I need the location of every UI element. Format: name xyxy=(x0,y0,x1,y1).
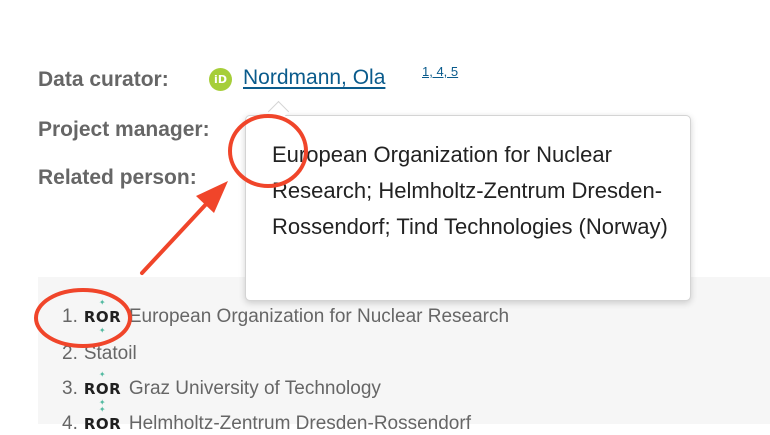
ror-icon[interactable]: ✦ ROR xyxy=(83,406,122,435)
affiliation-item-1: 1. ✦ ROR ✦ European Organization for Nuc… xyxy=(62,299,510,335)
project-manager-label: Project manager: xyxy=(38,118,210,141)
affiliation-refs[interactable]: 1, 4, 5 xyxy=(422,64,458,79)
data-curator-label: Data curator: xyxy=(38,68,169,91)
affiliation-number: 4. xyxy=(62,413,78,434)
related-person-label: Related person: xyxy=(38,166,197,189)
annotation-arrow-line xyxy=(140,199,211,275)
ror-text: ROR xyxy=(83,308,122,326)
affiliation-number: 2. xyxy=(62,343,78,364)
affiliation-tooltip: European Organization for Nuclear Resear… xyxy=(245,115,691,301)
ror-mark-top: ✦ xyxy=(98,370,107,379)
ror-text: ROR xyxy=(83,415,122,433)
orcid-icon[interactable]: iD xyxy=(209,68,232,91)
affiliation-number: 3. xyxy=(62,378,78,399)
ror-mark-bottom: ✦ xyxy=(98,326,107,335)
person-name-link[interactable]: Nordmann, Ola xyxy=(243,66,385,90)
affiliation-item-3: 3. ✦ ROR ✦ Graz University of Technology xyxy=(62,371,381,407)
affiliation-item-4: 4. ✦ ROR Helmholtz-Zentrum Dresden-Rosse… xyxy=(62,406,471,435)
affiliation-number: 1. xyxy=(62,306,78,327)
annotation-arrow-head xyxy=(196,181,228,213)
ror-mark-top: ✦ xyxy=(98,298,107,307)
affiliation-item-2: 2. Statoil xyxy=(62,343,137,365)
ror-icon[interactable]: ✦ ROR ✦ xyxy=(83,371,122,407)
affiliation-name: Helmholtz-Zentrum Dresden-Rossendorf xyxy=(128,413,471,434)
ror-text: ROR xyxy=(83,380,122,398)
tooltip-text: European Organization for Nuclear Resear… xyxy=(272,142,668,239)
affiliation-name: Statoil xyxy=(83,343,137,364)
affiliation-name: Graz University of Technology xyxy=(128,378,381,399)
ror-icon[interactable]: ✦ ROR ✦ xyxy=(83,299,122,335)
ror-mark-top: ✦ xyxy=(98,405,107,414)
affiliation-name: European Organization for Nuclear Resear… xyxy=(128,306,510,327)
